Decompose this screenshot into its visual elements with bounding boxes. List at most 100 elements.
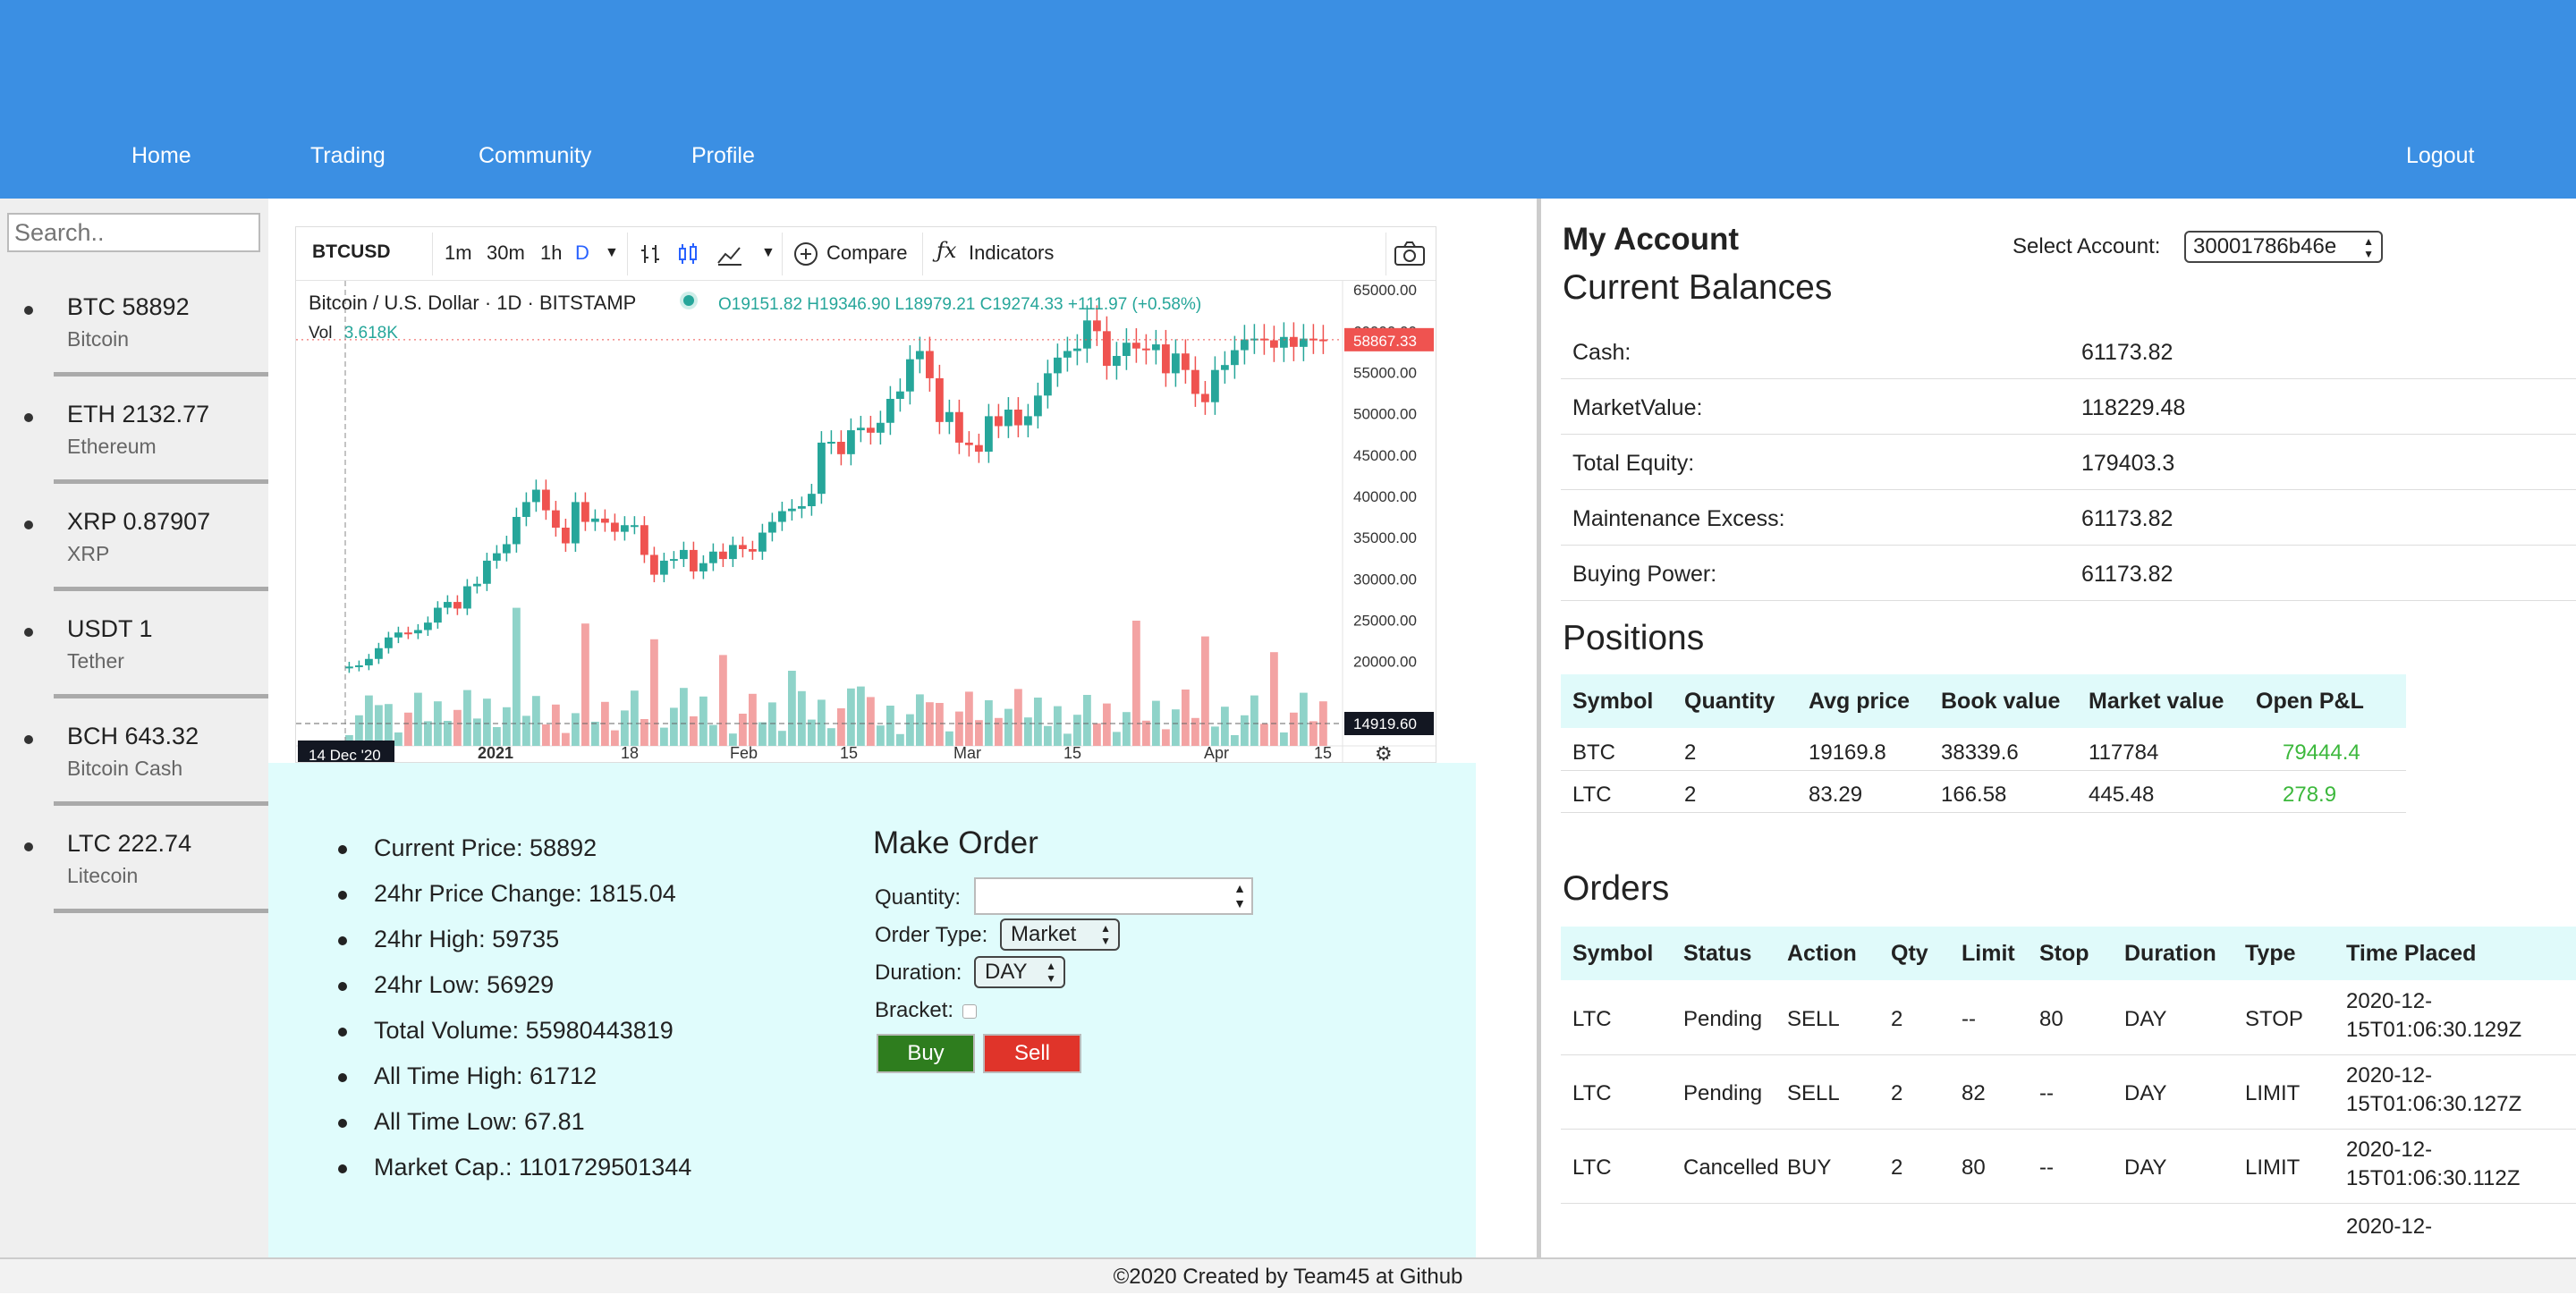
- buy-button[interactable]: Buy: [877, 1034, 975, 1073]
- select-account-label: Select Account:: [2012, 234, 2161, 258]
- coin-stats-list: Current Price: 58892 24hr Price Change: 1…: [338, 834, 691, 1199]
- candle-body: [483, 560, 491, 584]
- candle-body: [404, 632, 412, 635]
- orders-cell: 2: [1891, 1081, 1903, 1105]
- orders-col-header: Limit: [1962, 941, 2015, 966]
- positions-col-header: Market value: [2089, 689, 2224, 714]
- plus-circle-icon[interactable]: [793, 241, 818, 267]
- coin-list-item[interactable]: ETH 2132.77 Ethereum: [0, 386, 268, 494]
- y-tick-label: 55000.00: [1353, 365, 1417, 382]
- duration-select[interactable]: DAY ▲ ▼: [974, 956, 1065, 988]
- volume-bar: [375, 705, 383, 746]
- candle-body: [1073, 348, 1081, 351]
- volume-bar: [680, 688, 688, 746]
- orders-cell: Cancelled: [1683, 1155, 1779, 1180]
- nav-trading[interactable]: Trading: [310, 143, 386, 169]
- candles-icon[interactable]: [675, 241, 700, 267]
- y-tick-label: 40000.00: [1353, 488, 1417, 505]
- github-link[interactable]: Github: [1400, 1265, 1463, 1289]
- candle-body: [1270, 340, 1278, 348]
- settings-gear-icon[interactable]: ⚙: [1375, 743, 1393, 762]
- bullet: [24, 521, 33, 529]
- indicators-button[interactable]: Indicators: [969, 241, 1054, 265]
- nav-profile[interactable]: Profile: [691, 143, 755, 169]
- price-chart-canvas[interactable]: 65000.0060000.0055000.0050000.0045000.00…: [296, 281, 1436, 762]
- toolbar-separator: [432, 233, 433, 275]
- candle-body: [1142, 348, 1150, 351]
- coin-list-item[interactable]: BCH 643.32 Bitcoin Cash: [0, 708, 268, 816]
- volume-bar: [719, 655, 727, 746]
- candle-body: [926, 351, 934, 378]
- bracket-label: Bracket:: [875, 998, 954, 1022]
- coin-list-item[interactable]: LTC 222.74 Litecoin: [0, 816, 268, 923]
- nav-home[interactable]: Home: [131, 143, 191, 169]
- positions-col-header: Avg price: [1809, 689, 1911, 714]
- orders-cell: Pending: [1683, 1081, 1763, 1105]
- candle-body: [896, 391, 904, 399]
- candle-body: [1063, 351, 1072, 358]
- stepper-arrows-icon[interactable]: ▲ ▼: [1233, 881, 1246, 911]
- x-tick-label: 18: [621, 744, 639, 762]
- balance-label: Maintenance Excess:: [1572, 506, 1785, 531]
- bracket-checkbox[interactable]: [962, 1004, 977, 1019]
- interval-d[interactable]: D: [575, 241, 589, 265]
- candle-body: [670, 559, 678, 562]
- volume-bar: [611, 730, 619, 746]
- make-order-form: Make Order Quantity: ▲ ▼ Order Type: Mark…: [873, 825, 1253, 1073]
- orders-cell: STOP: [2245, 1007, 2303, 1031]
- coin-ticker-price: LTC 222.74: [67, 830, 192, 857]
- interval-30m[interactable]: 30m: [487, 241, 525, 265]
- candle-body: [1319, 339, 1327, 342]
- candle-body: [542, 489, 550, 511]
- candle-body: [493, 553, 501, 561]
- candle-body: [621, 525, 629, 532]
- price-chart-widget[interactable]: BTCUSD 1m 30m 1h D ▼ ▼ Compare ƒx Indica…: [295, 226, 1436, 763]
- orders-cell: SELL: [1787, 1081, 1840, 1105]
- fx-icon[interactable]: ƒx: [936, 238, 956, 263]
- coin-list-item[interactable]: XRP 0.87907 XRP: [0, 494, 268, 601]
- coin-ticker-price: BCH 643.32: [67, 723, 199, 749]
- positions-cell: 278.9: [2283, 783, 2337, 807]
- volume-bar: [1280, 732, 1288, 746]
- chart-type-chevron-down-icon[interactable]: ▼: [761, 245, 775, 261]
- balance-value: 61173.82: [2081, 562, 2174, 587]
- candle-body: [808, 494, 816, 506]
- nav-logout[interactable]: Logout: [2406, 143, 2474, 169]
- coin-list-item[interactable]: USDT 1 Tether: [0, 601, 268, 708]
- account-select[interactable]: 30001786b46e ▲ ▼: [2184, 231, 2383, 263]
- interval-chevron-down-icon[interactable]: ▼: [605, 245, 619, 261]
- quantity-input[interactable]: ▲ ▼: [974, 877, 1253, 915]
- orders-time-partial: 2020-12-: [2346, 1215, 2433, 1236]
- area-chart-icon[interactable]: [716, 241, 743, 267]
- symbol-input[interactable]: BTCUSD: [312, 241, 391, 263]
- volume-bar: [827, 728, 835, 746]
- candle-body: [699, 563, 708, 571]
- sell-button[interactable]: Sell: [983, 1034, 1081, 1073]
- candle-body: [906, 359, 914, 392]
- panel-divider[interactable]: [1537, 199, 1541, 1257]
- compare-button[interactable]: Compare: [826, 241, 907, 265]
- search-input[interactable]: [7, 213, 260, 252]
- bullet: [24, 628, 33, 637]
- stat-item: Total Volume: 55980443819: [338, 1017, 691, 1062]
- coin-list-item[interactable]: BTC 58892 Bitcoin: [0, 279, 268, 386]
- orders-time-line2: 15T01:06:30.129Z: [2346, 1018, 2522, 1042]
- bars-icon[interactable]: [638, 241, 663, 267]
- orders-col-header: Type: [2245, 941, 2296, 966]
- positions-header: Symbol Quantity Avg price Book value Market …: [1561, 674, 2406, 728]
- orders-col-header: Stop: [2039, 941, 2089, 966]
- interval-1h[interactable]: 1h: [540, 241, 562, 265]
- volume-bar: [493, 727, 501, 746]
- balance-row: Maintenance Excess: 61173.82: [1561, 490, 2576, 546]
- x-tick-label: Feb: [730, 744, 758, 762]
- interval-1m[interactable]: 1m: [445, 241, 472, 265]
- volume-bar: [522, 715, 530, 746]
- volume-bar: [1231, 735, 1239, 746]
- camera-icon[interactable]: [1394, 240, 1426, 267]
- volume-bar: [591, 722, 599, 746]
- volume-bar: [414, 692, 422, 746]
- nav-community[interactable]: Community: [479, 143, 591, 169]
- order-type-select[interactable]: Market ▲ ▼: [1000, 918, 1120, 951]
- y-tick-label: 50000.00: [1353, 406, 1417, 423]
- stat-item: All Time Low: 67.81: [338, 1108, 691, 1154]
